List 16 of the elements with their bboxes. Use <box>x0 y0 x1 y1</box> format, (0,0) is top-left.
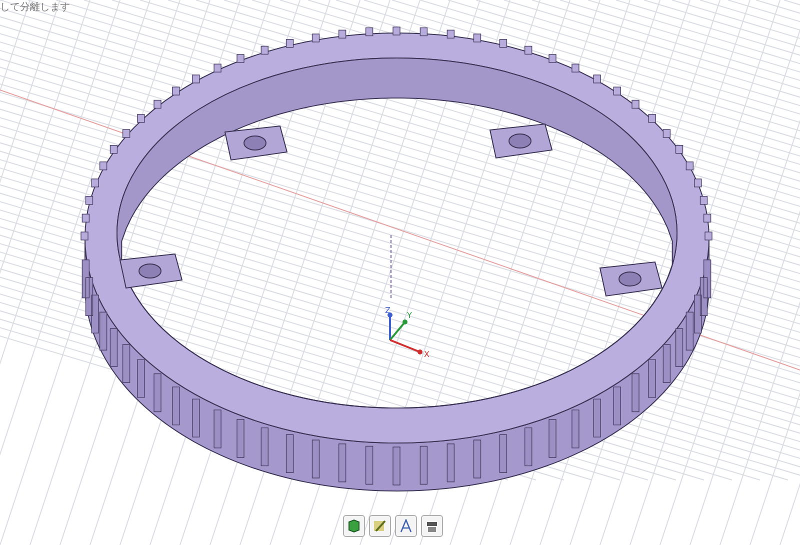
mounting-tab-drawing <box>599 261 663 297</box>
cube-icon <box>348 519 360 533</box>
mounting-tab-drawing <box>489 123 553 159</box>
axis-label: X <box>424 350 430 359</box>
toolbar-button[interactable] <box>395 515 417 537</box>
hint-text: して分離します <box>0 1 70 15</box>
toolbar-button[interactable] <box>421 515 443 537</box>
mounting-tab-drawing <box>224 125 288 161</box>
axis-line <box>390 234 392 298</box>
axis-label: Z <box>385 306 390 315</box>
toolbar-button[interactable] <box>343 515 365 537</box>
axis-label: Y <box>407 311 412 320</box>
letter-icon <box>399 519 413 533</box>
toolbar-button[interactable] <box>369 515 391 537</box>
pencil-icon <box>373 519 387 533</box>
mounting-tab-drawing <box>119 253 183 289</box>
